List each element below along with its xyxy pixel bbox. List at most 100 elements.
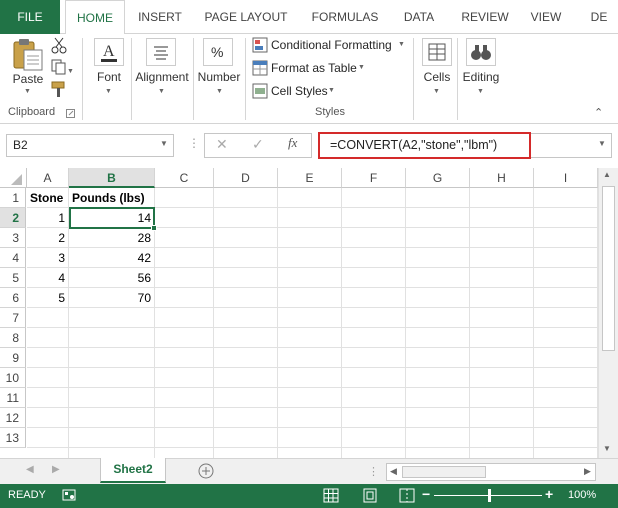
row-header[interactable]: 4	[0, 248, 26, 268]
scroll-up-icon[interactable]: ▲	[603, 170, 611, 179]
editing-button[interactable]: Editing	[458, 70, 504, 84]
column-header-e[interactable]: E	[278, 168, 342, 188]
format-painter-icon[interactable]	[50, 80, 68, 98]
column-header-i[interactable]: I	[534, 168, 598, 188]
row-header[interactable]: 5	[0, 268, 26, 288]
clipboard-launcher-icon[interactable]	[66, 108, 76, 118]
row-header[interactable]: 13	[0, 428, 26, 448]
cell-styles-caret-icon[interactable]: ▼	[328, 87, 335, 94]
cell-b4[interactable]: 42	[69, 248, 155, 268]
conditional-formatting-button[interactable]: Conditional Formatting	[271, 38, 392, 52]
number-button[interactable]: Number	[194, 70, 244, 84]
cells-button[interactable]: Cells	[418, 70, 456, 84]
conditional-formatting-caret-icon[interactable]: ▼	[398, 41, 405, 48]
conditional-formatting-icon[interactable]	[252, 37, 268, 53]
tab-page-layout[interactable]: PAGE LAYOUT	[200, 0, 292, 34]
cell-b5[interactable]: 56	[69, 268, 155, 288]
font-caret-icon[interactable]: ▼	[105, 88, 112, 95]
font-button[interactable]: Font	[88, 70, 130, 84]
cell-styles-button[interactable]: Cell Styles	[271, 84, 328, 98]
row-header[interactable]: 12	[0, 408, 26, 428]
plus-circle-icon[interactable]	[198, 463, 214, 479]
scroll-down-icon[interactable]: ▼	[603, 444, 611, 453]
cell-b1[interactable]: Pounds (lbs)	[69, 188, 155, 208]
cell-b6[interactable]: 70	[69, 288, 155, 308]
tab-file[interactable]: FILE	[0, 0, 60, 34]
row-header[interactable]: 3	[0, 228, 26, 248]
cell-a2[interactable]: 1	[27, 208, 69, 228]
binoculars-icon[interactable]	[466, 38, 496, 66]
cell-a6[interactable]: 5	[27, 288, 69, 308]
row-header[interactable]: 8	[0, 328, 26, 348]
cells-icon[interactable]	[422, 38, 452, 66]
alignment-icon[interactable]	[146, 38, 176, 66]
normal-view-icon[interactable]	[322, 487, 340, 504]
name-box-dropdown-icon[interactable]: ▼	[160, 139, 168, 148]
sheet-tab-sheet2[interactable]: Sheet2	[100, 458, 166, 483]
tab-developer[interactable]: DE	[584, 0, 614, 34]
cut-icon[interactable]	[50, 36, 68, 54]
cell-a5[interactable]: 4	[27, 268, 69, 288]
zoom-level[interactable]: 100%	[568, 489, 596, 501]
tab-split-grip-icon[interactable]: ⋮	[368, 465, 379, 478]
paste-caret-icon[interactable]: ▼	[24, 88, 31, 95]
copy-icon[interactable]: ▼	[50, 58, 74, 76]
column-header-h[interactable]: H	[470, 168, 534, 188]
tab-data[interactable]: DATA	[396, 0, 442, 34]
select-all-corner[interactable]	[0, 168, 27, 188]
format-as-table-button[interactable]: Format as Table	[271, 61, 357, 75]
cell-styles-icon[interactable]	[252, 83, 268, 99]
column-header-c[interactable]: C	[155, 168, 214, 188]
scroll-left-icon[interactable]: ◀	[390, 466, 397, 477]
cell-a1[interactable]: Stone	[27, 188, 69, 208]
zoom-slider-thumb[interactable]	[488, 489, 491, 502]
paste-button[interactable]: Paste	[8, 72, 48, 86]
tab-home[interactable]: HOME	[65, 0, 125, 35]
enter-checkmark-icon[interactable]: ✓	[252, 136, 264, 153]
expand-formula-icon[interactable]: ▼	[598, 139, 606, 148]
scroll-right-icon[interactable]: ▶	[584, 466, 591, 477]
font-icon[interactable]: A	[94, 38, 124, 66]
horizontal-scroll-thumb[interactable]	[402, 466, 486, 478]
alignment-caret-icon[interactable]: ▼	[158, 88, 165, 95]
row-header[interactable]: 9	[0, 348, 26, 368]
page-break-view-icon[interactable]	[398, 487, 416, 504]
tab-view[interactable]: VIEW	[526, 0, 566, 34]
format-as-table-icon[interactable]	[252, 60, 268, 76]
cell-a4[interactable]: 3	[27, 248, 69, 268]
sheet-nav-prev-icon[interactable]: ◀	[26, 464, 34, 475]
fill-handle[interactable]	[151, 225, 157, 231]
insert-function-icon[interactable]: fx	[288, 135, 297, 151]
row-header[interactable]: 1	[0, 188, 26, 208]
paste-icon[interactable]	[10, 38, 46, 72]
row-header[interactable]: 10	[0, 368, 26, 388]
column-header-d[interactable]: D	[214, 168, 278, 188]
row-header[interactable]: 6	[0, 288, 26, 308]
vertical-scroll-thumb[interactable]	[602, 186, 615, 351]
worksheet-grid[interactable]: A B C D E F G H I 1 2 3 4 5 6 7 8 9 10 1…	[0, 168, 598, 458]
format-as-table-caret-icon[interactable]: ▼	[358, 64, 365, 71]
number-caret-icon[interactable]: ▼	[216, 88, 223, 95]
tab-review[interactable]: REVIEW	[458, 0, 512, 34]
tab-formulas[interactable]: FORMULAS	[307, 0, 383, 34]
column-header-a[interactable]: A	[27, 168, 69, 188]
row-header[interactable]: 2	[0, 208, 26, 228]
editing-caret-icon[interactable]: ▼	[477, 88, 484, 95]
zoom-in-icon[interactable]: +	[545, 486, 553, 502]
column-header-g[interactable]: G	[406, 168, 470, 188]
row-header[interactable]: 7	[0, 308, 26, 328]
zoom-out-icon[interactable]: −	[422, 486, 430, 502]
collapse-ribbon-icon[interactable]: ⌃	[594, 106, 603, 119]
row-header[interactable]: 11	[0, 388, 26, 408]
alignment-button[interactable]: Alignment	[132, 70, 192, 84]
cells-caret-icon[interactable]: ▼	[433, 88, 440, 95]
column-header-f[interactable]: F	[342, 168, 406, 188]
sheet-nav-next-icon[interactable]: ▶	[52, 464, 60, 475]
column-header-b[interactable]: B	[69, 168, 155, 188]
cell-a3[interactable]: 2	[27, 228, 69, 248]
macro-record-icon[interactable]	[62, 488, 76, 502]
formula-bar-grip-icon[interactable]: ⋮	[188, 136, 200, 150]
percent-icon[interactable]: %	[203, 38, 233, 66]
tab-insert[interactable]: INSERT	[130, 0, 190, 34]
cancel-icon[interactable]: ✕	[216, 136, 228, 153]
